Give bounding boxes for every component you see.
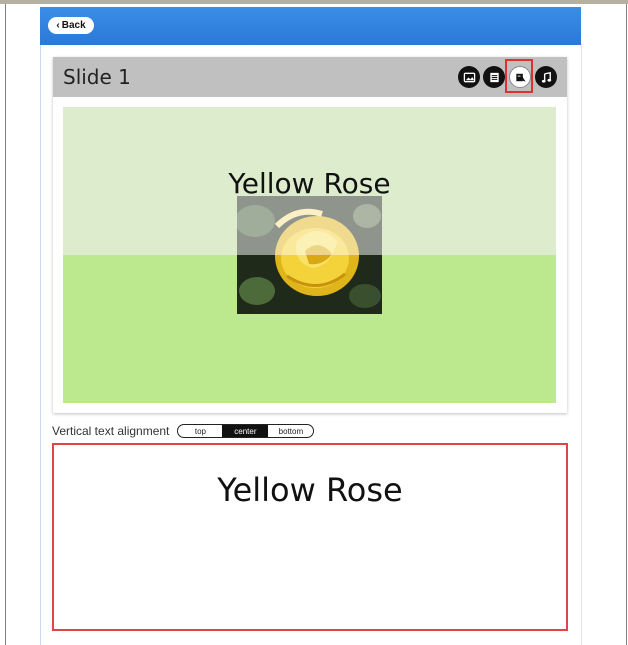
window-left-border [5, 4, 6, 645]
vertical-alignment-toggle: top center bottom [177, 424, 315, 438]
yellow-rose-photo [235, 196, 382, 314]
align-center-option[interactable]: center [222, 425, 269, 437]
app-left-edge [40, 44, 41, 645]
music-note-icon[interactable] [535, 66, 557, 88]
chevron-left-icon: ‹ [56, 20, 60, 31]
slide-card: Slide 1 Yellow Rose [53, 57, 567, 413]
slide-header: Slide 1 [53, 57, 567, 97]
text-preview-box[interactable]: Yellow Rose [52, 443, 568, 631]
back-button[interactable]: ‹ Back [48, 17, 94, 34]
text-list-icon[interactable] [483, 66, 505, 88]
align-bottom-option[interactable]: bottom [268, 425, 313, 437]
app-header [40, 7, 581, 45]
slide-canvas[interactable]: Yellow Rose [63, 107, 556, 403]
slide-title: Slide 1 [63, 65, 131, 89]
selected-icon-highlight [505, 59, 533, 93]
canvas-title-text: Yellow Rose [228, 167, 391, 200]
align-top-option[interactable]: top [178, 425, 222, 437]
window-top-border [0, 0, 628, 4]
image-icon[interactable] [458, 66, 480, 88]
app-right-edge [581, 44, 582, 645]
preview-text: Yellow Rose [217, 471, 403, 509]
back-label: Back [61, 20, 86, 31]
vertical-alignment-row: Vertical text alignment top center botto… [52, 423, 315, 439]
photo-overlay [237, 196, 382, 255]
vertical-alignment-label: Vertical text alignment [52, 424, 170, 438]
window-right-border [626, 4, 627, 645]
